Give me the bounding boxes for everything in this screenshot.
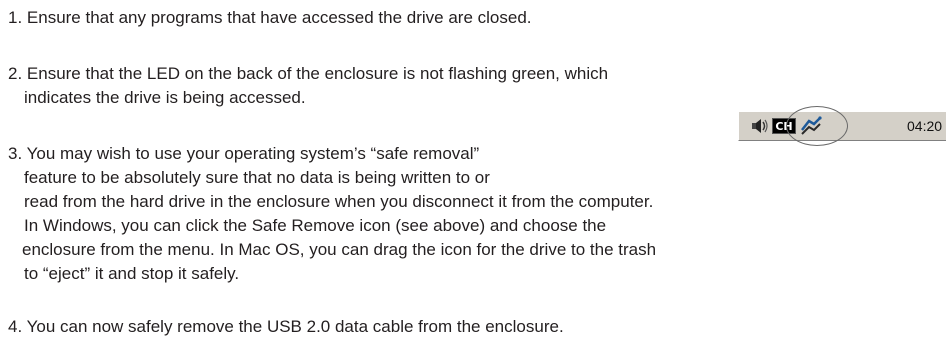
taskbar-tray: CH 04:20 xyxy=(738,106,946,146)
step-1-line-1: 1. Ensure that any programs that have ac… xyxy=(8,8,532,27)
step-3-line-5: enclosure from the menu. In Mac OS, you … xyxy=(22,240,657,259)
tray-clock[interactable]: 04:20 xyxy=(907,118,942,134)
step-3-line-3: read from the hard drive in the enclosur… xyxy=(24,192,654,211)
step-2-line-1: 2. Ensure that the LED on the back of th… xyxy=(8,64,609,83)
step-2-line-2: indicates the drive is being accessed. xyxy=(24,88,306,107)
speaker-icon xyxy=(752,119,768,133)
safe-remove-icon[interactable] xyxy=(799,115,823,137)
step-4-line-1: 4. You can now safely remove the USB 2.0… xyxy=(8,317,564,336)
step-3-line-6: to “eject” it and stop it safely. xyxy=(24,264,240,283)
step-3-line-4: In Windows, you can click the Safe Remov… xyxy=(24,216,607,235)
step-3-line-2: feature to be absolutely sure that no da… xyxy=(24,168,490,187)
step-3-line-1: 3. You may wish to use your operating sy… xyxy=(8,144,480,163)
